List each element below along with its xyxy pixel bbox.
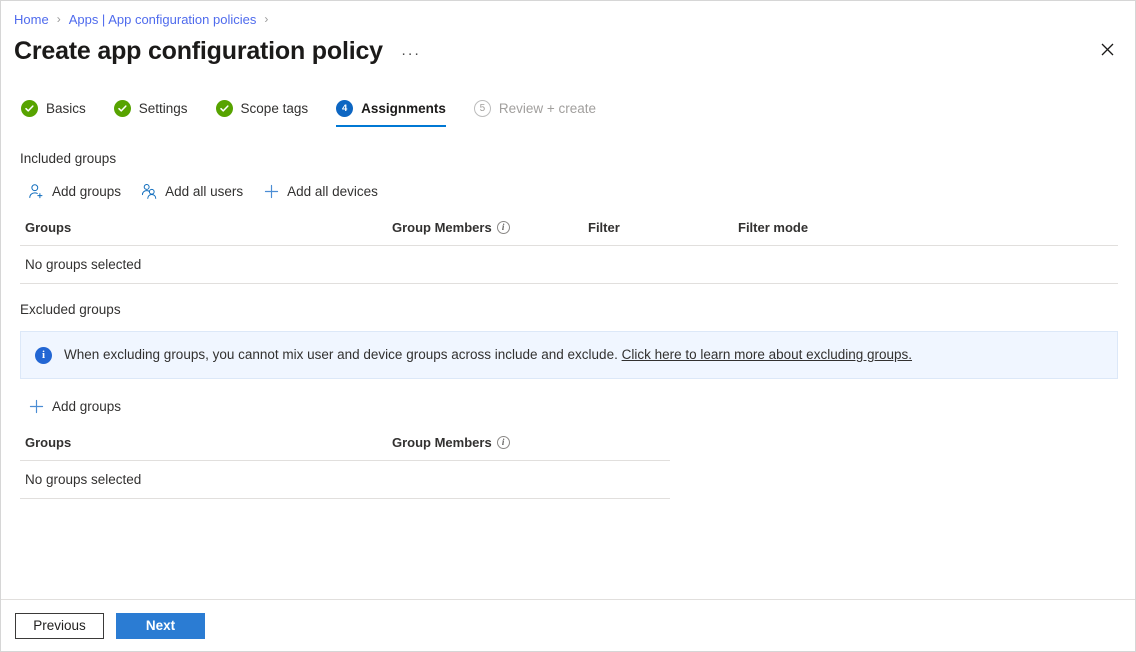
column-label: Group Members [392,220,492,235]
column-label: Groups [25,435,71,450]
column-header-filter-mode[interactable]: Filter mode [733,216,1118,246]
wizard-step-label: Basics [46,101,86,116]
step-number-badge: 5 [474,100,491,117]
people-icon [141,183,158,200]
included-empty-message: No groups selected [20,246,1118,284]
excluded-groups-info-banner: i When excluding groups, you cannot mix … [20,331,1118,379]
assignments-content: Included groups Add groups [1,133,1135,599]
wizard-step-assignments[interactable]: 4 Assignments [336,97,460,127]
more-options-icon[interactable]: ··· [399,44,423,64]
breadcrumb-item-home[interactable]: Home [14,12,49,27]
wizard-footer: Previous Next [1,599,1135,651]
column-label: Filter [588,220,620,235]
excluded-groups-table: Groups Group Members i No groups selecte… [20,431,670,499]
add-groups-label: Add groups [52,184,121,199]
step-complete-icon [114,100,131,117]
add-excluded-groups-label: Add groups [52,399,121,414]
info-icon: i [35,347,52,364]
wizard-step-review-create[interactable]: 5 Review + create [474,97,610,127]
add-user-icon [28,183,45,200]
wizard-step-basics[interactable]: Basics [21,97,100,127]
included-groups-toolbar: Add groups Add all users [20,178,1118,204]
step-number-badge: 4 [336,100,353,117]
wizard-step-label: Settings [139,101,188,116]
wizard-step-settings[interactable]: Settings [114,97,202,127]
column-header-filter[interactable]: Filter [583,216,733,246]
excluded-groups-toolbar: Add groups [20,393,1118,419]
plus-icon [28,398,45,415]
title-row: Create app configuration policy ··· [1,29,1135,71]
create-policy-blade: Home › Apps | App configuration policies… [0,0,1136,652]
step-complete-icon [21,100,38,117]
add-all-users-button[interactable]: Add all users [133,181,255,202]
included-groups-heading: Included groups [20,151,1118,166]
previous-button[interactable]: Previous [15,613,104,639]
breadcrumb-item-apps[interactable]: Apps | App configuration policies [69,12,257,27]
wizard-steps: Basics Settings Scope tags 4 Assignments [1,97,1135,133]
add-groups-button[interactable]: Add groups [20,181,133,202]
add-excluded-groups-button[interactable]: Add groups [20,396,133,417]
column-header-groups[interactable]: Groups [20,216,387,246]
excluded-groups-heading: Excluded groups [20,302,1118,317]
column-label: Group Members [392,435,492,450]
column-label: Filter mode [738,220,808,235]
info-icon[interactable]: i [497,436,510,449]
wizard-step-label: Review + create [499,101,596,116]
info-icon[interactable]: i [497,221,510,234]
page-title: Create app configuration policy [14,37,383,66]
column-header-group-members[interactable]: Group Members i [387,431,670,461]
close-icon[interactable] [1093,35,1121,63]
add-all-devices-label: Add all devices [287,184,378,199]
step-number: 4 [342,104,347,114]
add-all-users-label: Add all users [165,184,243,199]
wizard-step-label: Assignments [361,101,446,116]
plus-icon [263,183,280,200]
table-row: No groups selected [20,246,1118,284]
table-header-row: Groups Group Members i Filter [20,216,1118,246]
next-button[interactable]: Next [116,613,205,639]
wizard-step-scope-tags[interactable]: Scope tags [216,97,323,127]
add-all-devices-button[interactable]: Add all devices [255,181,390,202]
banner-message: When excluding groups, you cannot mix us… [64,347,618,362]
step-number: 5 [480,104,486,114]
step-complete-icon [216,100,233,117]
breadcrumb-chevron-icon: › [264,13,268,25]
column-header-group-members[interactable]: Group Members i [387,216,583,246]
column-header-groups[interactable]: Groups [20,431,387,461]
excluded-empty-message: No groups selected [20,461,670,499]
learn-more-link[interactable]: Click here to learn more about excluding… [622,347,912,362]
table-header-row: Groups Group Members i [20,431,670,461]
column-label: Groups [25,220,71,235]
breadcrumb-chevron-icon: › [57,13,61,25]
included-groups-table: Groups Group Members i Filter [20,216,1118,284]
table-row: No groups selected [20,461,670,499]
breadcrumb: Home › Apps | App configuration policies… [1,1,1135,29]
wizard-step-label: Scope tags [241,101,309,116]
banner-text: When excluding groups, you cannot mix us… [64,346,912,364]
